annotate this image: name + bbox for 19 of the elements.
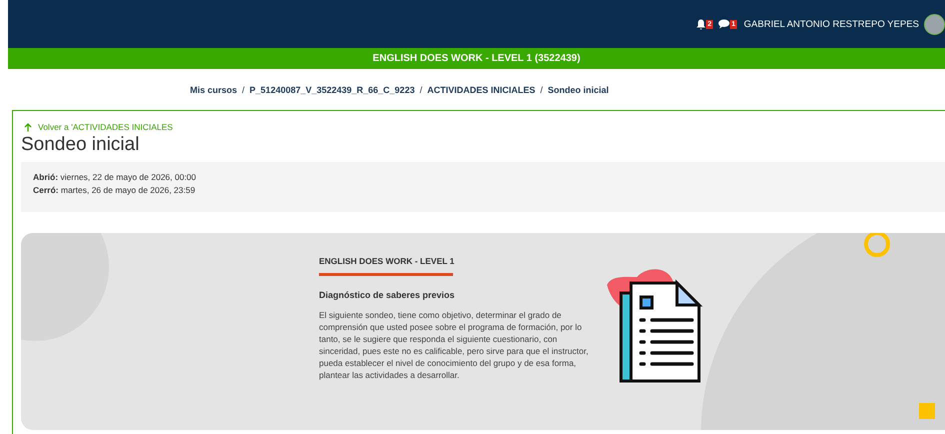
ring-decoration [864,233,890,257]
page-title: Sondeo inicial [21,134,140,156]
up-arrow-icon [24,122,32,132]
breadcrumb-separator: / [540,84,543,94]
user-name[interactable]: GABRIEL ANTONIO RESTREPO YEPES [744,18,919,30]
banner-heading: ENGLISH DOES WORK - LEVEL 1 [319,256,456,266]
square-decoration [919,403,935,419]
breadcrumb-link[interactable]: ACTIVIDADES INICIALES [427,84,536,94]
breadcrumb-separator: / [242,84,245,94]
banner-paragraph: El siguiente sondeo, tiene como objetivo, determinar el grado de comprensión que usted posee sobre el programa de formación, por lo tanto, se le sugiere que responda el siguiente cuestionario, con sinceridad, pues este no es calificable, pero sirve para que el instructor, pueda establecer el nivel de conocimiento del grupo y de esa forma, plantear las actividades a desarrollar. [319,308,589,380]
date-line: Abrió: viernes, 22 de mayo de 2026, 00:00 [33,172,198,182]
user-avatar[interactable] [924,14,945,34]
breadcrumb-separator: / [420,84,422,94]
banner-subtitle: Diagnóstico de saberes previos [319,290,456,300]
course-title-bar: ENGLISH DOES WORK - LEVEL 1 (3522439) [8,48,945,69]
breadcrumb-link[interactable]: Mis cursos [190,84,238,94]
breadcrumb-link[interactable]: Sondeo inicial [548,84,609,94]
breadcrumb-link[interactable]: P_51240087_V_3522439_R_66_C_9223 [250,84,415,94]
date-line: Cerró: martes, 26 de mayo de 2026, 23:59 [33,185,196,195]
